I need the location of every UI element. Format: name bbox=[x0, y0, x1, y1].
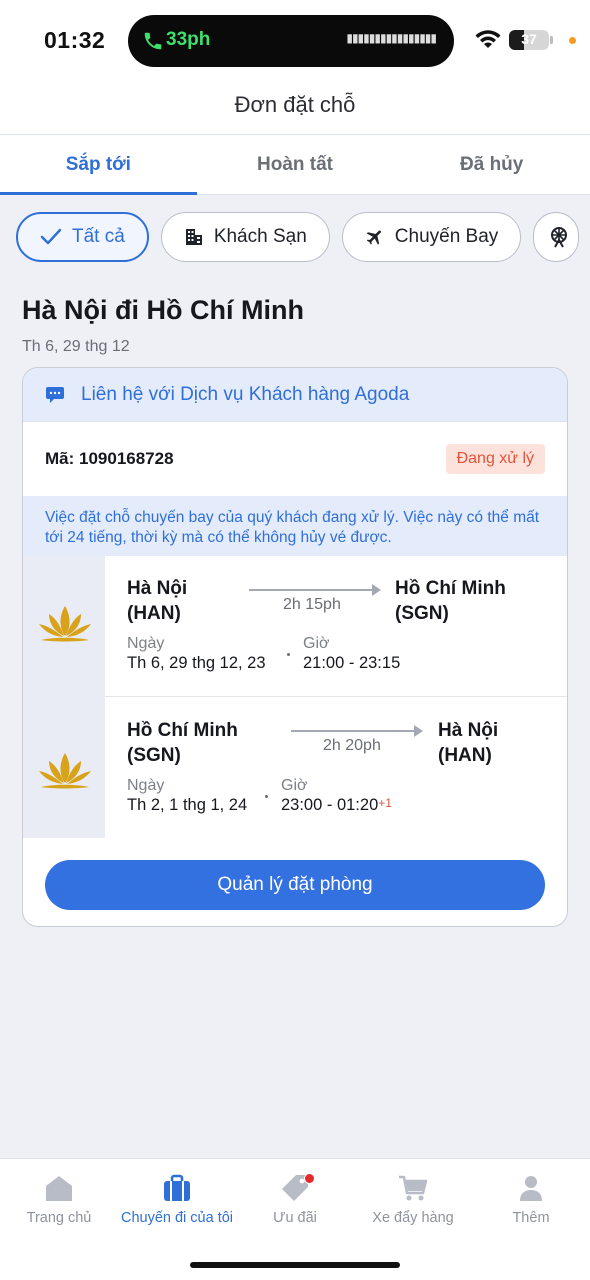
flight-date: Th 2, 1 thg 1, 24 bbox=[127, 796, 248, 814]
separator-dot bbox=[265, 795, 268, 798]
nav-deals[interactable]: Ưu đãi bbox=[236, 1173, 354, 1226]
flight-date: Th 6, 29 thg 12, 23 bbox=[127, 654, 266, 672]
airline-logo-panel bbox=[23, 556, 105, 697]
filter-activity-chip[interactable] bbox=[533, 212, 580, 262]
flight-duration: 2h 15ph bbox=[283, 596, 341, 613]
nav-home[interactable]: Trang chủ bbox=[0, 1173, 118, 1226]
flight-time-text: 23:00 - 01:20 bbox=[281, 796, 379, 814]
airline-logo-panel bbox=[23, 697, 105, 838]
date-label: Ngày bbox=[127, 777, 165, 794]
nav-my-trips-label: Chuyến đi của tôi bbox=[120, 1210, 234, 1226]
status-badge: Đang xử lý bbox=[445, 444, 545, 474]
destination-city: Hồ Chí Minh bbox=[395, 578, 506, 599]
contact-support-text: Liên hệ với Dịch vụ Khách hàng Agoda bbox=[81, 383, 410, 405]
plane-icon bbox=[366, 230, 381, 245]
nav-my-trips[interactable]: Chuyến đi của tôi bbox=[118, 1173, 236, 1226]
filter-hotel-label: Khách Sạn bbox=[213, 226, 307, 247]
battery-nub bbox=[550, 36, 553, 44]
privacy-indicator bbox=[569, 37, 576, 44]
nav-deals-label: Ưu đãi bbox=[273, 1210, 317, 1226]
lotus-logo-icon bbox=[39, 753, 91, 789]
filter-flight-label: Chuyến Bay bbox=[394, 226, 499, 247]
ferris-wheel-icon bbox=[551, 227, 568, 248]
home-icon bbox=[46, 1176, 72, 1201]
nav-more[interactable]: Thêm bbox=[472, 1173, 590, 1226]
filter-flight-chip[interactable]: Chuyến Bay bbox=[341, 212, 522, 262]
battery-icon: 37 bbox=[509, 30, 549, 50]
destination-code: (SGN) bbox=[395, 603, 449, 624]
nav-cart-label: Xe đẩy hàng bbox=[372, 1210, 454, 1226]
battery-text: 37 bbox=[521, 31, 537, 47]
time-label: Giờ bbox=[281, 777, 308, 794]
trip-date: Th 6, 29 thg 12 bbox=[22, 338, 130, 355]
route-arrow bbox=[249, 584, 381, 596]
filter-all-chip[interactable]: Tất cả bbox=[16, 212, 149, 262]
lotus-logo-icon bbox=[39, 606, 91, 642]
destination-city: Hà Nội bbox=[438, 720, 499, 741]
wifi-icon bbox=[475, 30, 501, 48]
notification-dot bbox=[304, 1173, 315, 1184]
flight-time: 23:00 - 01:20+1 bbox=[281, 796, 392, 815]
flight-details: Hà Nội (HAN) 2h 15ph Hồ Chí Minh (SGN) N… bbox=[105, 556, 567, 697]
tab-cancelled[interactable]: Đã hủy bbox=[393, 135, 590, 194]
filter-hotel-chip[interactable]: Khách Sạn bbox=[160, 212, 330, 262]
flight-segment-return[interactable]: Hồ Chí Minh (SGN) 2h 20ph Hà Nội (HAN) N… bbox=[23, 697, 567, 838]
status-bar: 01:32 33ph ▮▮▮▮▮▮▮▮▮▮▮▮▮▮▮▮ 37 bbox=[0, 0, 590, 80]
processing-notice: Việc đặt chỗ chuyến bay của quý khách đa… bbox=[23, 496, 567, 556]
flight-details: Hồ Chí Minh (SGN) 2h 20ph Hà Nội (HAN) N… bbox=[105, 697, 567, 838]
origin-city: Hồ Chí Minh bbox=[127, 720, 238, 741]
filter-all-label: Tất cả bbox=[72, 226, 125, 247]
nav-home-label: Trang chủ bbox=[26, 1210, 92, 1226]
route-arrow bbox=[291, 725, 423, 737]
flight-duration: 2h 20ph bbox=[323, 737, 381, 754]
booking-code: Mã: 1090168728 bbox=[45, 449, 174, 468]
nav-cart[interactable]: Xe đẩy hàng bbox=[354, 1173, 472, 1226]
cart-icon bbox=[399, 1175, 428, 1201]
booking-card: Liên hệ với Dịch vụ Khách hàng Agoda Mã:… bbox=[22, 367, 568, 927]
chat-icon bbox=[46, 386, 64, 403]
phone-icon bbox=[144, 32, 162, 50]
check-icon bbox=[40, 228, 62, 245]
home-indicator[interactable] bbox=[190, 1262, 400, 1268]
origin-city: Hà Nội bbox=[127, 578, 188, 599]
flight-segment-outbound[interactable]: Hà Nội (HAN) 2h 15ph Hồ Chí Minh (SGN) N… bbox=[23, 556, 567, 697]
call-duration: 33ph bbox=[166, 29, 211, 50]
plus-day-badge: +1 bbox=[378, 796, 392, 810]
booking-code-row: Mã: 1090168728 Đang xử lý bbox=[23, 422, 567, 496]
hotel-icon bbox=[185, 229, 202, 245]
dynamic-island[interactable]: 33ph ▮▮▮▮▮▮▮▮▮▮▮▮▮▮▮▮ bbox=[128, 15, 454, 67]
destination-code: (HAN) bbox=[438, 745, 492, 766]
manage-booking-button[interactable]: Quản lý đặt phòng bbox=[45, 860, 545, 910]
time-label: Giờ bbox=[303, 635, 330, 652]
waveform-icon: ▮▮▮▮▮▮▮▮▮▮▮▮▮▮▮▮ bbox=[346, 31, 437, 45]
suitcase-icon bbox=[164, 1174, 190, 1201]
separator-dot bbox=[287, 653, 290, 656]
tab-upcoming[interactable]: Sắp tới bbox=[0, 135, 197, 195]
flight-time-text: 21:00 - 23:15 bbox=[303, 654, 401, 672]
status-time: 01:32 bbox=[44, 27, 106, 53]
nav-more-label: Thêm bbox=[512, 1210, 550, 1226]
trip-title: Hà Nội đi Hồ Chí Minh bbox=[22, 295, 304, 325]
page-title: Đơn đặt chỗ bbox=[234, 92, 356, 117]
flight-time: 21:00 - 23:15 bbox=[303, 654, 400, 673]
filter-chips: Tất cả Khách Sạn Chuyến Bay bbox=[16, 212, 580, 262]
page-header: Đơn đặt chỗ bbox=[0, 80, 590, 135]
person-icon bbox=[520, 1176, 542, 1201]
origin-code: (SGN) bbox=[127, 745, 181, 766]
tab-completed[interactable]: Hoàn tất bbox=[197, 135, 394, 194]
contact-support-link[interactable]: Liên hệ với Dịch vụ Khách hàng Agoda bbox=[23, 368, 567, 422]
date-label: Ngày bbox=[127, 635, 165, 652]
origin-code: (HAN) bbox=[127, 603, 181, 624]
tab-bar: Sắp tới Hoàn tất Đã hủy bbox=[0, 135, 590, 195]
